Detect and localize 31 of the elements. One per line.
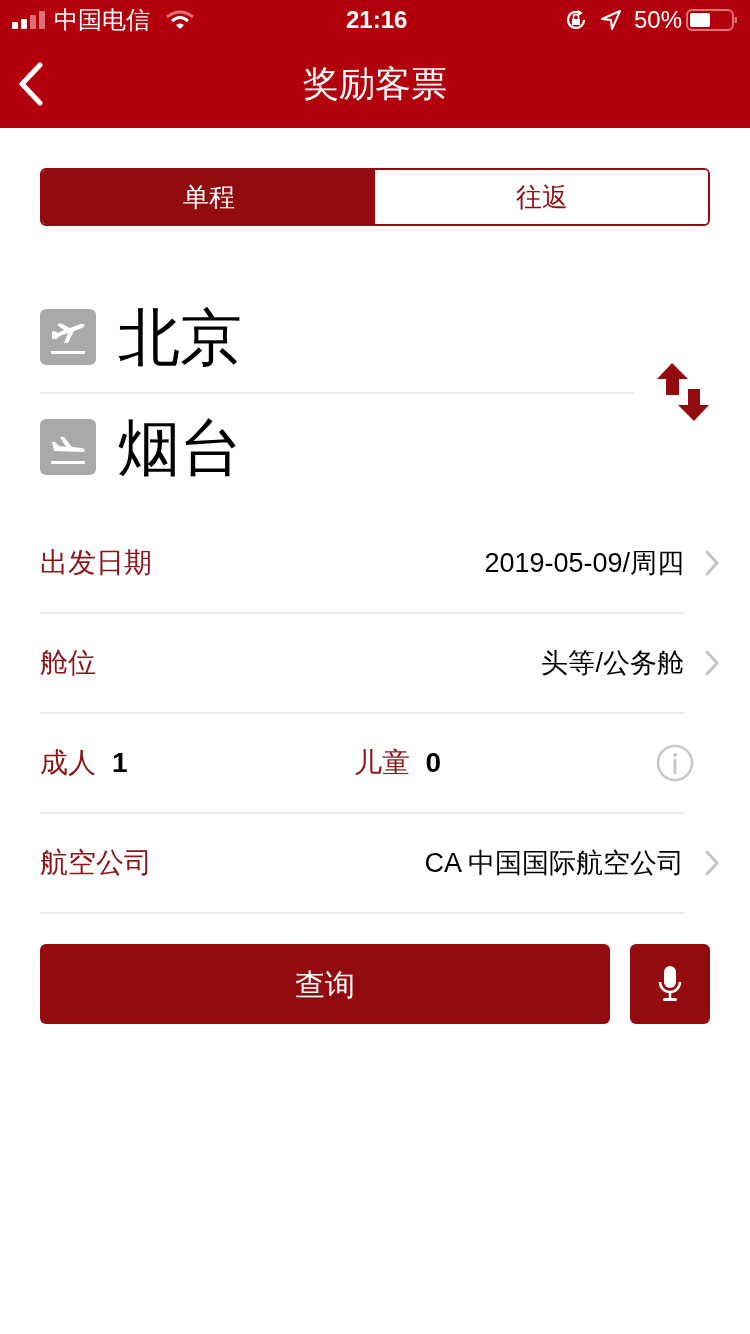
search-button[interactable]: 查询 (40, 944, 610, 1024)
wifi-icon (166, 10, 194, 30)
carrier-name: 中国电信 (54, 5, 150, 35)
field-value[interactable]: 2019-05-09/周四 (484, 542, 684, 584)
page-title: 奖励客票 (303, 62, 447, 106)
back-icon[interactable] (18, 62, 44, 106)
child-label: 儿童 (353, 746, 410, 780)
signal-icon (12, 10, 46, 30)
adult-label: 成人 (40, 746, 96, 780)
field-label: 出发日期 (40, 546, 152, 580)
field-label: 舱位 (40, 646, 96, 680)
voice-button[interactable] (630, 944, 710, 1024)
field-label: 航空公司 (40, 846, 152, 880)
takeoff-icon (40, 309, 96, 365)
chevron-right-icon (704, 549, 720, 577)
field-value[interactable]: 头等/公务舱 (541, 642, 684, 684)
battery-percent: 50% (633, 5, 682, 35)
chevron-right-icon (704, 849, 720, 877)
microphone-icon (658, 966, 682, 1002)
landing-icon (40, 419, 96, 475)
location-icon (599, 9, 622, 31)
arrival-city[interactable]: 烟台 (118, 400, 242, 494)
clock-time: 21:16 (346, 5, 408, 35)
trip-type-tab[interactable]: 单程 (42, 170, 375, 224)
adult-count[interactable]: 1 (112, 742, 128, 784)
battery-icon (686, 8, 738, 32)
chevron-right-icon (704, 649, 720, 677)
departure-city[interactable]: 北京 (118, 290, 242, 384)
child-count[interactable]: 0 (425, 742, 442, 784)
field-value[interactable]: CA 中国国际航空公司 (424, 842, 684, 884)
swap-icon[interactable] (657, 363, 709, 421)
